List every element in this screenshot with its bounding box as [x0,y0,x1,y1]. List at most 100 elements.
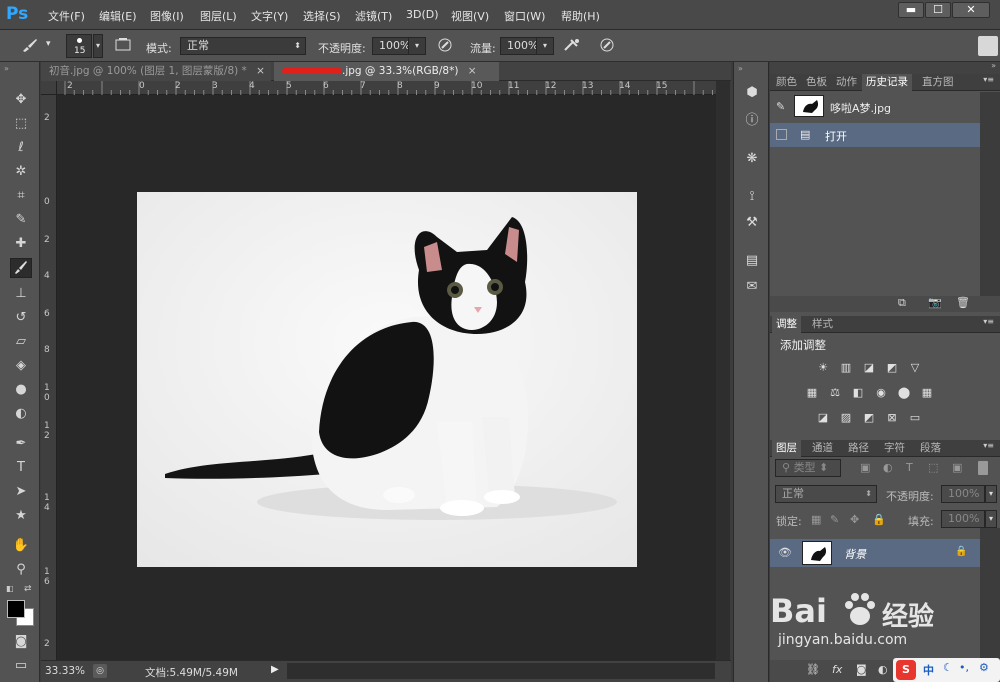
brush-tool-icon[interactable] [20,37,40,55]
brush-panel-toggle-icon[interactable] [113,37,133,55]
ime-language[interactable]: 中 [923,662,934,678]
tab-channels[interactable]: 通道 [808,440,837,457]
collapse-panels-icon[interactable]: » [991,61,996,70]
lock-transparent-icon[interactable]: ▦ [811,513,821,526]
marquee-tool-icon[interactable]: ⬚ [10,114,32,134]
minimize-button[interactable]: ▬ [898,2,924,18]
layer-visibility-eye-icon[interactable]: 👁 [778,546,792,559]
menu-image[interactable]: 图像(I) [150,8,184,24]
menu-view[interactable]: 视图(V) [451,8,489,24]
move-tool-icon[interactable]: ✥ [10,90,32,110]
panel-menu-icon[interactable]: ▾≡ [983,441,994,450]
brush-size-dropdown[interactable]: ▾ [93,34,103,58]
vibrance-icon[interactable]: ▽ [907,361,923,375]
foreground-color-swatch[interactable] [7,600,25,618]
trash-icon[interactable]: 🗑 [956,296,970,309]
lock-position-icon[interactable]: ✥ [850,513,859,526]
layer-row-background[interactable]: 👁 背景 🔒 [770,539,980,567]
paint-bucket-tool-icon[interactable]: ◈ [10,356,32,376]
lock-pixels-icon[interactable]: ✎ [830,513,839,526]
healing-brush-tool-icon[interactable]: ✚ [10,234,32,254]
filter-adjustment-icon[interactable]: ◐ [883,461,893,474]
mode-dropdown[interactable]: 正常 ⬍ [180,37,306,55]
ime-settings-icon[interactable]: ⚙ [979,661,989,674]
tab-paragraph[interactable]: 段落 [916,440,945,457]
brush-size-picker[interactable]: 15 [66,34,92,58]
levels-icon[interactable]: ▥ [838,361,854,375]
new-document-icon[interactable]: ⧉ [898,296,906,310]
tab-color[interactable]: 颜色 [772,74,801,91]
add-mask-icon[interactable]: ◙ [856,663,867,676]
eraser-tool-icon[interactable]: ▱ [10,332,32,352]
menu-help[interactable]: 帮助(H) [561,8,600,24]
horizontal-scrollbar[interactable] [287,663,715,679]
filter-smart-object-icon[interactable]: ▣ [952,461,962,474]
filter-toggle-switch[interactable] [978,461,988,475]
ruler-horizontal[interactable]: 2 0 2 3 4 5 6 7 8 9 10 11 12 13 14 15 [57,81,716,95]
ime-moon-icon[interactable]: ☾ [943,661,953,674]
flow-slider-button[interactable]: ▾ [536,37,554,55]
color-lookup-icon[interactable]: ▦ [919,386,935,400]
opacity-slider-button[interactable]: ▾ [408,37,426,55]
close-tab-icon[interactable]: × [256,65,265,77]
history-item-open[interactable]: ▤ 打开 [770,123,980,147]
menu-filter[interactable]: 滤镜(T) [355,8,392,24]
new-adjustment-icon[interactable]: ◐ [878,663,888,676]
pressure-opacity-icon[interactable] [435,37,455,55]
layer-opacity-slider[interactable]: ▾ [985,485,997,503]
workspace-switcher-button[interactable] [978,36,998,56]
zoom-level[interactable]: 33.33% [45,665,85,677]
ruler-corner[interactable] [41,81,57,95]
layer-filter-dropdown[interactable]: ⚲ 类型 ⬍ [775,459,841,477]
tab-styles[interactable]: 样式 [808,316,837,333]
selective-color-icon[interactable]: ⊠ [884,411,900,425]
pressure-size-icon[interactable] [597,37,617,55]
vertical-scrollbar[interactable] [716,81,730,660]
hand-tool-icon[interactable]: ✋ [10,536,32,556]
tab-histogram[interactable]: 直方图 [918,74,958,91]
brush-presets-icon[interactable]: ⟟ [742,188,762,206]
status-menu-arrow-icon[interactable]: ▶ [271,664,279,675]
pen-tool-icon[interactable]: ✒ [10,434,32,454]
close-tab-icon[interactable]: × [468,65,477,77]
tool-preset-chevron-icon[interactable]: ▾ [46,39,51,49]
navigator-icon[interactable]: ❋ [742,150,762,168]
fx-icon[interactable]: fx [832,663,842,676]
tool-presets-icon[interactable]: ⚒ [742,214,762,232]
swap-colors-icon[interactable]: ⇄ [24,584,32,594]
path-selection-tool-icon[interactable]: ➤ [10,482,32,502]
tab-swatches[interactable]: 色板 [802,74,831,91]
character-icon[interactable]: ▤ [742,252,762,270]
lock-all-icon[interactable]: 🔒 [872,513,886,526]
tab-history[interactable]: 历史记录 [862,74,912,91]
dodge-tool-icon[interactable]: ◐ [10,404,32,424]
close-button[interactable]: ✕ [952,2,990,18]
fill-slider[interactable]: ▾ [985,510,997,528]
snapshot-camera-icon[interactable]: 📷 [928,296,942,309]
menu-edit[interactable]: 编辑(E) [99,8,137,24]
3d-icon[interactable]: ⬢ [742,84,762,102]
hue-saturation-icon[interactable]: ▦ [804,386,820,400]
status-info-icon[interactable]: ◎ [93,664,107,678]
tab-active-document[interactable]: .jpg @ 33.3%(RGB/8*) × [274,62,499,81]
tab-paths[interactable]: 路径 [844,440,873,457]
fill-field[interactable]: 100% [941,510,985,528]
magic-wand-tool-icon[interactable]: ✲ [10,162,32,182]
history-scrollbar[interactable] [980,92,1000,296]
blur-tool-icon[interactable]: ● [10,380,32,400]
panel-menu-icon[interactable]: ▾≡ [983,317,994,326]
cat-photo[interactable] [137,192,637,567]
tab-character[interactable]: 字符 [880,440,909,457]
menu-layer[interactable]: 图层(L) [200,8,237,24]
history-source-checkbox[interactable] [776,129,787,140]
history-snapshot[interactable]: ✎ 哆啦A梦.jpg [770,92,980,122]
photo-filter-icon[interactable]: ◉ [873,386,889,400]
layer-opacity-field[interactable]: 100% [941,485,985,503]
ruler-vertical[interactable]: 2 0 2 4 6 8 1 0 1 2 1 4 1 6 2 [41,95,57,660]
history-brush-tool-icon[interactable]: ↺ [10,308,32,328]
sogou-icon[interactable]: S [896,660,916,680]
flow-field[interactable]: 100% [500,37,538,55]
shape-tool-icon[interactable]: ★ [10,506,32,526]
filter-type-icon[interactable]: T [906,461,913,474]
maximize-button[interactable]: ☐ [925,2,951,18]
